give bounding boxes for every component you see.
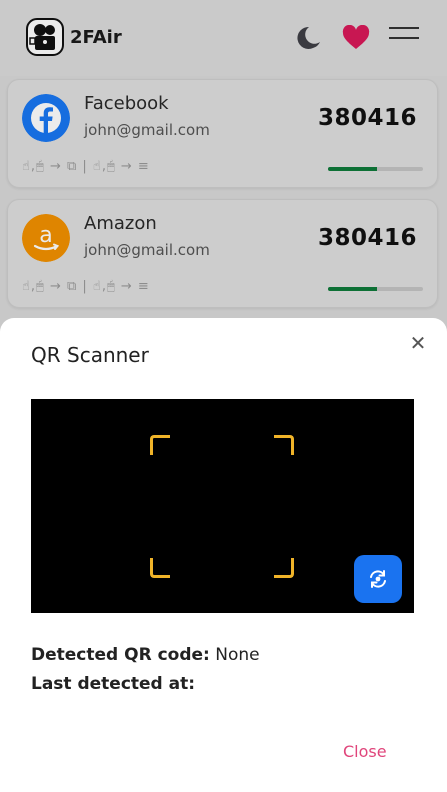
last-detected-row: Last detected at: (31, 674, 195, 694)
scan-frame-corner (274, 558, 294, 578)
switch-camera-button[interactable] (354, 555, 402, 603)
close-icon[interactable]: ✕ (408, 333, 428, 353)
detected-code-value: None (215, 645, 260, 665)
switch-camera-icon (370, 570, 386, 588)
scan-frame-corner (274, 435, 294, 455)
qr-scanner-modal: QR Scanner ✕ Detected QR code: None Last… (0, 318, 447, 792)
last-detected-label: Last detected at: (31, 674, 196, 694)
scan-frame-corner (150, 558, 170, 578)
modal-title: QR Scanner (31, 343, 149, 367)
camera-viewport (31, 399, 414, 613)
scan-frame-corner (150, 435, 170, 455)
close-button[interactable]: Close (343, 742, 387, 761)
detected-code-label: Detected QR code: (31, 645, 210, 665)
detected-code-row: Detected QR code: None (31, 645, 260, 665)
